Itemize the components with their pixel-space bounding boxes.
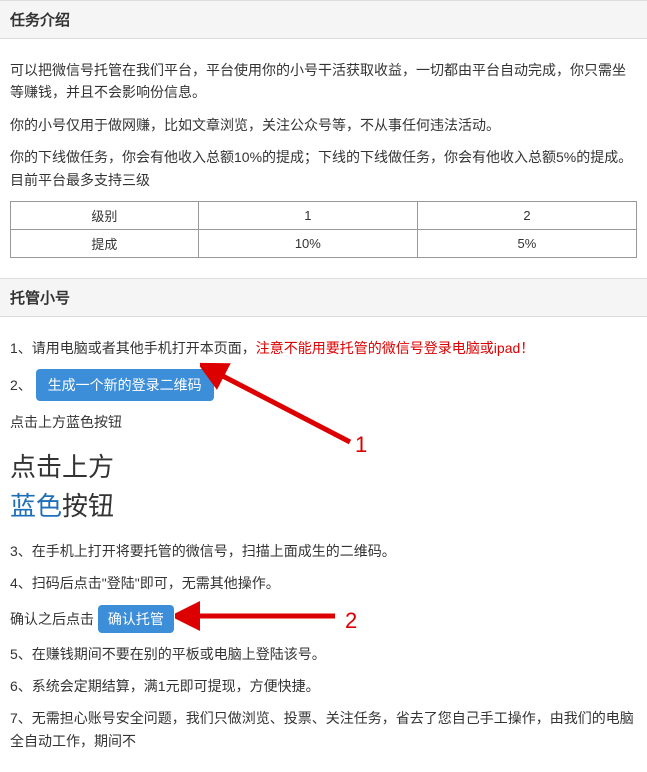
hint-click-blue: 点击上方蓝色按钮 bbox=[10, 411, 637, 433]
step1-warning: 注意不能用要托管的微信号登录电脑或ipad！ bbox=[256, 340, 534, 356]
intro-p3: 你的下线做任务，你会有他收入总额10%的提成；下线的下线做任务，你会有他收入总额… bbox=[10, 146, 637, 191]
commission-table: 级别 1 2 提成 10% 5% bbox=[10, 201, 637, 258]
cell-level-label: 级别 bbox=[11, 201, 199, 229]
generate-qr-button[interactable]: 生成一个新的登录二维码 bbox=[36, 369, 214, 401]
arrow-2-icon bbox=[175, 599, 345, 633]
step-6: 6、系统会定期结算，满1元即可提现，方便快捷。 bbox=[10, 675, 637, 697]
table-row: 提成 10% 5% bbox=[11, 229, 637, 257]
table-row: 级别 1 2 bbox=[11, 201, 637, 229]
step-2: 2、 生成一个新的登录二维码 bbox=[10, 369, 637, 401]
big-hint-blue: 蓝色 bbox=[10, 492, 62, 521]
step-7: 7、无需担心账号安全问题，我们只做浏览、投票、关注任务，省去了您自己手工操作，由… bbox=[10, 707, 637, 752]
section2-content: 1、请用电脑或者其他手机打开本页面，注意不能用要托管的微信号登录电脑或ipad！… bbox=[0, 317, 647, 772]
big-hint-rest: 按钮 bbox=[62, 492, 114, 521]
cell-commission-1: 10% bbox=[198, 229, 417, 257]
confirm-host-button[interactable]: 确认托管 bbox=[98, 605, 174, 633]
big-hint-line2: 蓝色按钮 bbox=[10, 487, 637, 526]
step-5: 5、在赚钱期间不要在别的平板或电脑上登陆该号。 bbox=[10, 643, 637, 665]
step-4: 4、扫码后点击"登陆"即可，无需其他操作。 bbox=[10, 572, 637, 594]
step1-text: 1、请用电脑或者其他手机打开本页面， bbox=[10, 340, 256, 356]
step-1: 1、请用电脑或者其他手机打开本页面，注意不能用要托管的微信号登录电脑或ipad！ bbox=[10, 337, 637, 359]
big-hint: 点击上方 蓝色按钮 bbox=[10, 448, 637, 526]
big-hint-line1: 点击上方 bbox=[10, 448, 637, 487]
cell-commission-label: 提成 bbox=[11, 229, 199, 257]
section2-header: 托管小号 bbox=[0, 278, 647, 317]
cell-commission-2: 5% bbox=[417, 229, 636, 257]
section1-header: 任务介绍 bbox=[0, 0, 647, 39]
confirm-prefix: 确认之后点击 bbox=[10, 611, 94, 627]
section1-content: 可以把微信号托管在我们平台，平台使用你的小号干活获取收益，一切都由平台自动完成，… bbox=[0, 39, 647, 278]
marker-1: 1 bbox=[355, 432, 367, 458]
intro-p2: 你的小号仅用于做网赚，比如文章浏览，关注公众号等，不从事任何违法活动。 bbox=[10, 114, 637, 136]
step2-prefix: 2、 bbox=[10, 377, 32, 393]
confirm-line: 确认之后点击 确认托管 2 bbox=[10, 605, 637, 633]
intro-p1: 可以把微信号托管在我们平台，平台使用你的小号干活获取收益，一切都由平台自动完成，… bbox=[10, 59, 637, 104]
step-3: 3、在手机上打开将要托管的微信号，扫描上面成生的二维码。 bbox=[10, 540, 637, 562]
cell-level-1: 1 bbox=[198, 201, 417, 229]
cell-level-2: 2 bbox=[417, 201, 636, 229]
marker-2: 2 bbox=[345, 603, 357, 638]
